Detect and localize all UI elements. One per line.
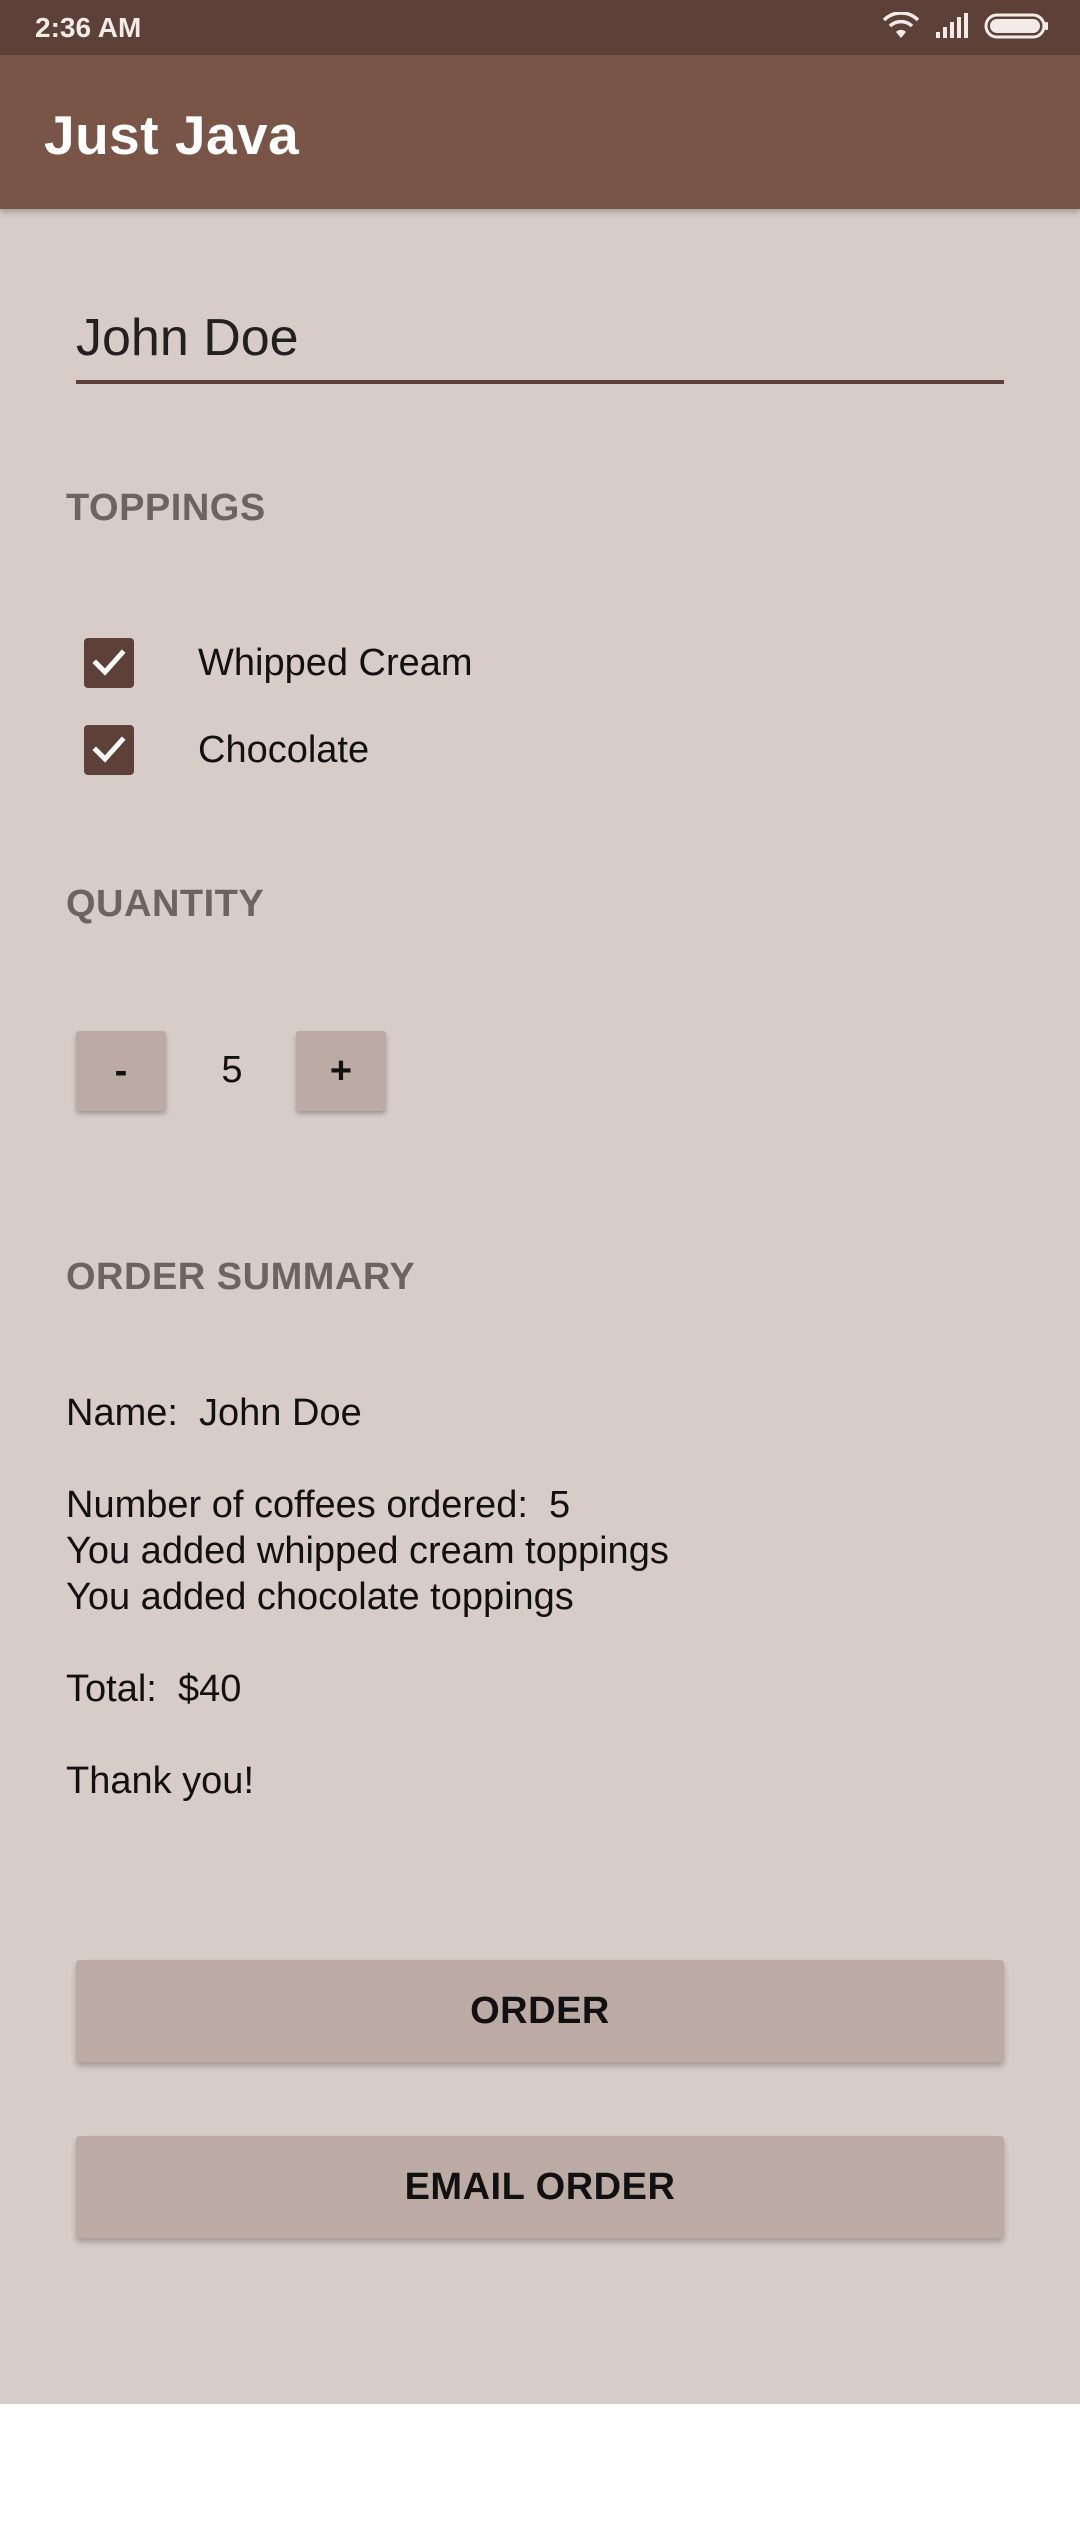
status-time: 2:36 AM [35,12,142,43]
whipped-cream-label: Whipped Cream [198,641,473,684]
battery-icon [984,12,1050,45]
summary-total-line: Total: $40 [66,1668,242,1710]
chocolate-checkbox-row[interactable]: Chocolate [84,724,369,776]
order-button[interactable]: ORDER [76,1960,1004,2062]
signal-icon [934,12,970,45]
summary-whipped-line: You added whipped cream toppings [66,1530,669,1572]
summary-name-line: Name: John Doe [66,1392,362,1434]
chocolate-checkbox[interactable] [84,725,134,775]
app-bar: Just Java [0,55,1080,209]
toppings-header: TOPPINGS [66,487,266,529]
decrement-button[interactable]: - [76,1031,166,1111]
whipped-cream-checkbox[interactable] [84,638,134,688]
wifi-icon [882,10,920,45]
main-content: TOPPINGS Whipped Cream Chocolate QUANTIT… [0,209,1080,2404]
check-icon [92,649,126,676]
quantity-value: 5 [221,1049,243,1091]
summary-thanks-line: Thank you! [66,1760,254,1802]
status-bar: 2:36 AM [0,0,1080,55]
chocolate-label: Chocolate [198,728,370,771]
email-order-button[interactable]: EMAIL ORDER [76,2136,1004,2238]
summary-chocolate-line: You added chocolate toppings [66,1576,574,1618]
order-summary-header: ORDER SUMMARY [66,1256,416,1298]
name-input[interactable] [76,304,1004,384]
bottom-blank-area [0,2404,1080,2534]
whipped-cream-checkbox-row[interactable]: Whipped Cream [84,637,473,689]
quantity-header: QUANTITY [66,883,265,925]
status-icons [882,10,1050,45]
check-icon [92,736,126,763]
app-title: Just Java [44,104,300,166]
increment-button[interactable]: + [296,1031,386,1111]
summary-coffees-line: Number of coffees ordered: 5 [66,1484,571,1526]
